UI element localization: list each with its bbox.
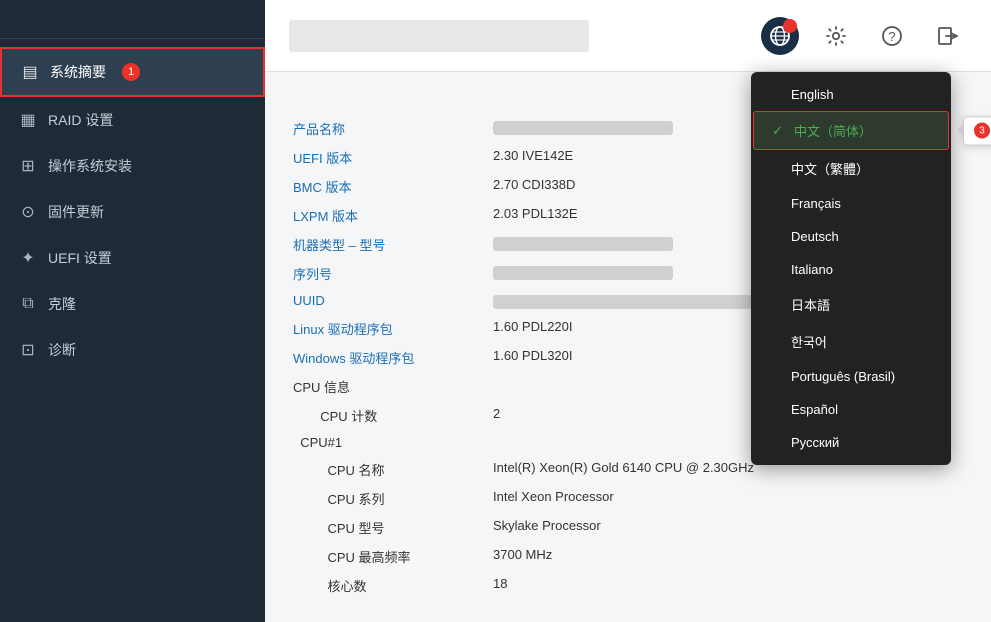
table-row: CPU 系列Intel Xeon Processor (293, 484, 963, 513)
cell-value: 3700 MHz (493, 542, 963, 571)
nav-icon-raid-settings: ▦ (18, 110, 38, 130)
blurred-value (493, 266, 673, 280)
sidebar-item-raid-settings[interactable]: ▦ RAID 设置 (0, 97, 265, 143)
topbar: ? (265, 0, 991, 72)
lang-item-portuguese[interactable]: Português (Brasil) (751, 360, 951, 393)
cell-label: UEFI 版本 (293, 143, 493, 172)
lang-label: 中文（繁體） (791, 159, 869, 178)
cell-value: Intel Xeon Processor (493, 484, 963, 513)
lang-label: Español (791, 402, 838, 417)
blurred-value (493, 237, 673, 251)
cell-label: Windows 驱动程序包 (293, 343, 493, 372)
app-logo (0, 0, 265, 39)
language-dropdown: English✓中文（简体） 3 选择此处切换中文 中文（繁體）Français… (751, 72, 951, 465)
cell-label: Linux 驱动程序包 (293, 314, 493, 343)
language-button[interactable] (761, 17, 799, 55)
cell-label: CPU 型号 (293, 513, 493, 542)
sidebar-item-diagnostics[interactable]: ⊡ 诊断 (0, 327, 265, 373)
cell-label: UUID (293, 288, 493, 314)
lang-label: Deutsch (791, 229, 839, 244)
cell-value: 18 (493, 571, 963, 600)
cell-label: BMC 版本 (293, 172, 493, 201)
nav-label-diagnostics: 诊断 (48, 340, 76, 360)
exit-button[interactable] (929, 17, 967, 55)
nav-badge-system-summary: 1 (122, 63, 140, 81)
globe-badge (783, 19, 797, 33)
cell-value: 1.60 PDL220I (493, 319, 573, 334)
topbar-icons: ? (761, 17, 967, 55)
lang-item-japanese[interactable]: 日本語 (751, 286, 951, 323)
exit-icon (937, 25, 959, 47)
settings-button[interactable] (817, 17, 855, 55)
table-row: CPU 最高频率3700 MHz (293, 542, 963, 571)
sidebar-item-uefi-settings[interactable]: ✦ UEFI 设置 (0, 235, 265, 281)
nav-icon-uefi-settings: ✦ (18, 248, 38, 268)
help-button[interactable]: ? (873, 17, 911, 55)
cell-label: CPU 最高频率 (293, 542, 493, 571)
lang-item-german[interactable]: Deutsch (751, 220, 951, 253)
lang-item-french[interactable]: Français (751, 187, 951, 220)
cell-label: 核心数 (293, 571, 493, 600)
lang-check: ✓ (772, 123, 786, 139)
sidebar-item-clone[interactable]: ⧉ 克隆 (0, 281, 265, 327)
cell-label: LXPM 版本 (293, 201, 493, 230)
lang-label: Português (Brasil) (791, 369, 895, 384)
svg-text:?: ? (888, 29, 895, 44)
breadcrumb-bar (289, 20, 589, 52)
lang-label: 한국어 (791, 332, 827, 351)
lang-label: Italiano (791, 262, 833, 277)
cell-label: CPU 系列 (293, 484, 493, 513)
cell-value: 2.03 PDL132E (493, 206, 578, 221)
sidebar-nav: ▤ 系统摘要 1 ▦ RAID 设置 ⊞ 操作系统安装 ⊙ 固件更新 ✦ UEF… (0, 39, 265, 622)
cell-label: CPU 计数 (293, 401, 493, 430)
nav-label-system-summary: 系统摘要 (50, 62, 106, 82)
sidebar-item-firmware-update[interactable]: ⊙ 固件更新 (0, 189, 265, 235)
blurred-value (493, 295, 753, 309)
cell-label: 产品名称 (293, 114, 493, 143)
nav-icon-system-summary: ▤ (20, 62, 40, 82)
help-icon: ? (881, 25, 903, 47)
tooltip-badge: 3 (974, 123, 990, 139)
lang-label: Français (791, 196, 841, 211)
lang-tooltip: 3 选择此处切换中文 (963, 116, 991, 145)
cell-label: 序列号 (293, 259, 493, 288)
sidebar-item-os-install[interactable]: ⊞ 操作系统安装 (0, 143, 265, 189)
cell-label: CPU 名称 (293, 455, 493, 484)
lang-item-korean[interactable]: 한국어 (751, 323, 951, 360)
nav-label-raid-settings: RAID 设置 (48, 110, 113, 130)
nav-label-os-install: 操作系统安装 (48, 156, 132, 176)
nav-icon-clone: ⧉ (18, 295, 38, 313)
lang-item-english[interactable]: English (751, 78, 951, 111)
lang-item-spanish[interactable]: Español (751, 393, 951, 426)
sidebar: ▤ 系统摘要 1 ▦ RAID 设置 ⊞ 操作系统安装 ⊙ 固件更新 ✦ UEF… (0, 0, 265, 622)
cell-value: Skylake Processor (493, 513, 963, 542)
lang-label: Русский (791, 435, 839, 450)
lang-label: 日本語 (791, 295, 830, 314)
settings-icon (825, 25, 847, 47)
sidebar-item-system-summary[interactable]: ▤ 系统摘要 1 (0, 47, 265, 97)
lang-item-russian[interactable]: Русский (751, 426, 951, 459)
lang-item-chinese-simplified[interactable]: ✓中文（简体） 3 选择此处切换中文 (753, 111, 949, 150)
lang-item-chinese-traditional[interactable]: 中文（繁體） (751, 150, 951, 187)
lang-label: English (791, 87, 834, 102)
nav-icon-os-install: ⊞ (18, 156, 38, 176)
lang-item-italian[interactable]: Italiano (751, 253, 951, 286)
nav-label-clone: 克隆 (48, 294, 76, 314)
table-row: CPU 型号Skylake Processor (293, 513, 963, 542)
cell-value: 1.60 PDL320I (493, 348, 573, 363)
nav-label-uefi-settings: UEFI 设置 (48, 248, 112, 268)
cell-value: 2.70 CDI338D (493, 177, 575, 192)
cell-label: 机器类型 – 型号 (293, 230, 493, 259)
cell-value: 2.30 IVE142E (493, 148, 573, 163)
blurred-value (493, 121, 673, 135)
nav-label-firmware-update: 固件更新 (48, 202, 104, 222)
lang-label: 中文（简体） (794, 121, 872, 140)
main-area: ? 产品名称UEFI 版本2.30 IVE142EBMC 版本2.70 CDI3… (265, 0, 991, 622)
table-row: 核心数18 (293, 571, 963, 600)
nav-icon-firmware-update: ⊙ (18, 202, 38, 222)
nav-icon-diagnostics: ⊡ (18, 340, 38, 360)
